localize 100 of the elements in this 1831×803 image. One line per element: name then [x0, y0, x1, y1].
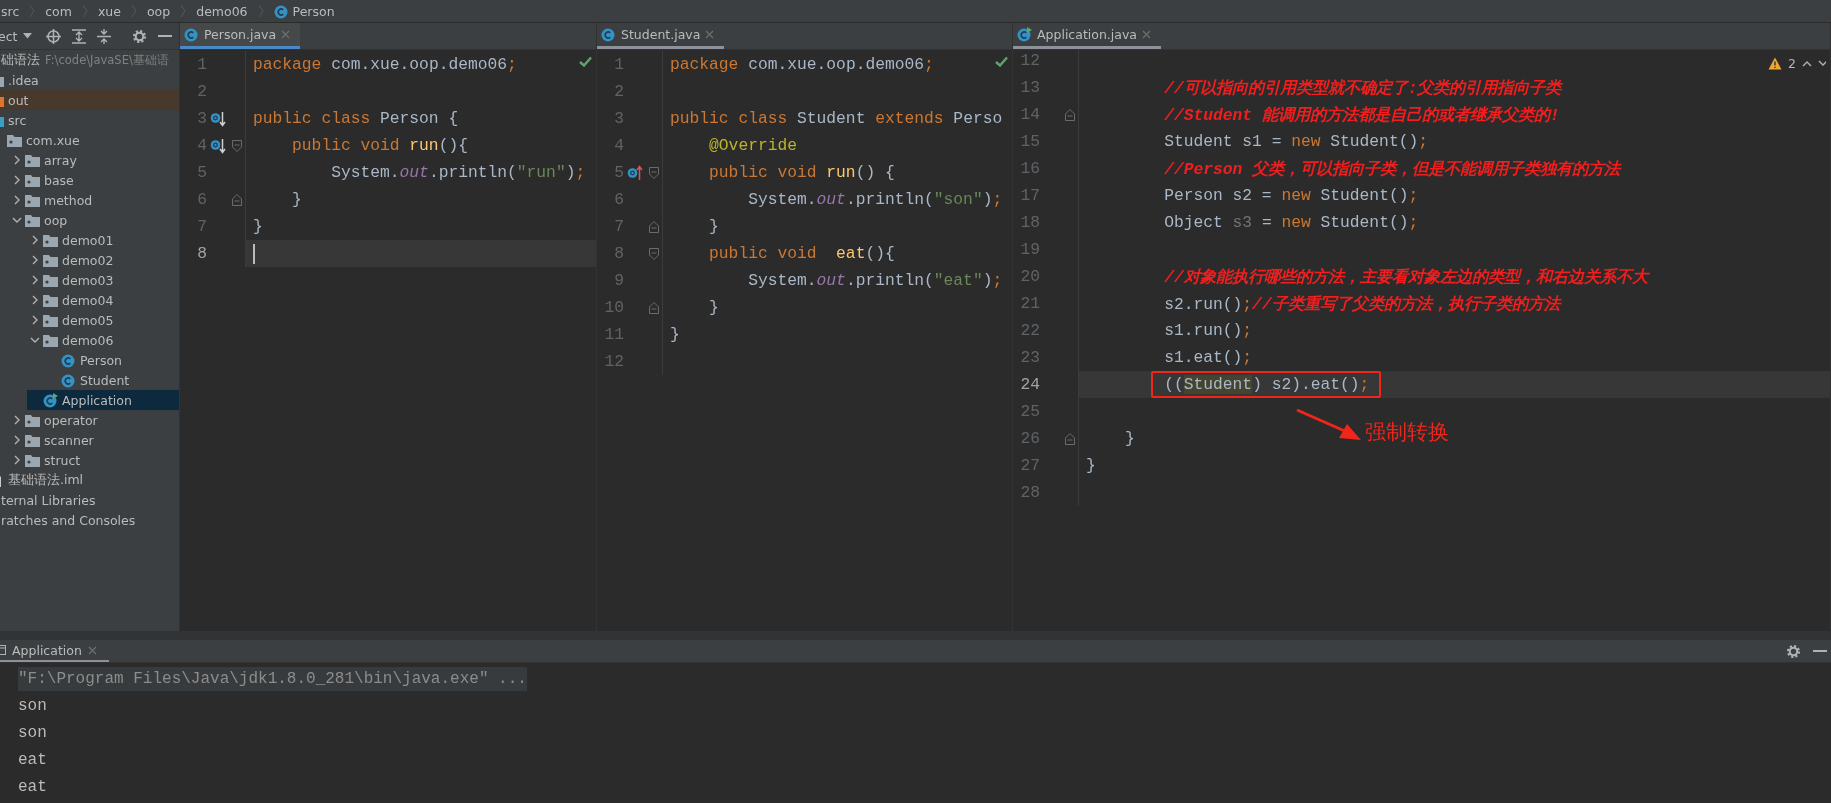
- tree-item[interactable]: struct: [44, 452, 81, 468]
- class-icon: [61, 372, 76, 388]
- package-icon: [25, 413, 40, 427]
- fold-icon[interactable]: [232, 139, 242, 152]
- line-number: 14: [1020, 105, 1040, 124]
- line-number: 6: [614, 190, 624, 209]
- tree-item[interactable]: Person: [80, 352, 122, 368]
- tree-item[interactable]: out: [8, 92, 29, 108]
- tree-item[interactable]: .idea: [8, 72, 39, 88]
- fold-icon[interactable]: [649, 220, 659, 233]
- minimize-icon[interactable]: [158, 34, 173, 38]
- tree-item[interactable]: demo02: [62, 252, 114, 268]
- crosshair-icon[interactable]: [46, 28, 62, 44]
- runnable-class-icon: [43, 392, 58, 408]
- tree-item[interactable]: ternal Libraries: [1, 492, 96, 508]
- fold-icon[interactable]: [1065, 432, 1075, 445]
- fold-icon[interactable]: [1065, 108, 1075, 121]
- breadcrumb-item[interactable]: demo06: [196, 3, 248, 19]
- tree-item[interactable]: demo01: [62, 232, 114, 248]
- minimize-icon[interactable]: [1813, 649, 1827, 653]
- chevron-down-icon[interactable]: [1818, 60, 1826, 67]
- package-icon: [25, 213, 40, 227]
- package-icon: [43, 253, 58, 267]
- tree-item[interactable]: scanner: [44, 432, 94, 448]
- fold-icon[interactable]: [649, 247, 659, 260]
- tree-item[interactable]: method: [44, 192, 93, 208]
- tree-item[interactable]: demo03: [62, 272, 114, 288]
- code-line: }: [1086, 456, 1096, 475]
- code-line: System.out.println("eat");: [747, 271, 1003, 290]
- code-line: }: [708, 217, 719, 236]
- code-line: //可以指向的引用类型就不确定了:父类的引用指向子类: [1163, 77, 1562, 99]
- line-number: 17: [1020, 186, 1040, 205]
- tree-item[interactable]: demo06: [62, 332, 114, 348]
- class-icon: [601, 27, 616, 42]
- console-command: "F:\Program Files\Java\jdk1.8.0_281\bin\java.exe" ...: [18, 666, 527, 691]
- line-number: 1: [614, 55, 624, 74]
- code-line: s1.run();: [1163, 321, 1253, 340]
- check-icon[interactable]: [995, 56, 1008, 67]
- tree-item[interactable]: demo05: [62, 312, 114, 328]
- tree-item[interactable]: com.xue: [26, 132, 80, 148]
- chevron-down-icon[interactable]: [30, 335, 40, 345]
- line-number: 5: [614, 163, 624, 182]
- settings-icon[interactable]: [1786, 643, 1801, 659]
- package-icon: [25, 453, 40, 467]
- line-number: 9: [614, 271, 624, 290]
- settings-icon[interactable]: [132, 28, 148, 44]
- package-icon: [25, 433, 40, 447]
- fold-icon[interactable]: [232, 193, 242, 206]
- check-icon[interactable]: [579, 56, 592, 67]
- circle-down-arrow-icon[interactable]: [210, 110, 226, 127]
- breadcrumb-item[interactable]: com: [45, 3, 72, 19]
- tree-item[interactable]: array: [44, 152, 77, 168]
- line-number: 5: [197, 163, 207, 182]
- chevron-up-icon[interactable]: [1802, 60, 1812, 67]
- console-output: son: [18, 723, 47, 742]
- line-number: 10: [604, 298, 624, 317]
- line-number: 4: [614, 136, 624, 155]
- line-number: 3: [614, 109, 624, 128]
- fold-icon[interactable]: [649, 301, 659, 314]
- tree-item[interactable]: oop: [44, 212, 68, 228]
- run-tab[interactable]: Application: [0, 640, 109, 662]
- tree-item[interactable]: operator: [44, 412, 98, 428]
- line-number: 21: [1020, 294, 1040, 313]
- tree-item[interactable]: base: [44, 172, 74, 188]
- tree-item[interactable]: demo04: [62, 292, 114, 308]
- line-number: 2: [614, 82, 624, 101]
- circle-up-arrow-icon[interactable]: [627, 164, 643, 181]
- tree-item[interactable]: 基础语法.iml: [8, 471, 84, 489]
- editor-tab[interactable]: Person.java: [180, 23, 301, 49]
- console-output: eat: [18, 750, 47, 769]
- tree-item[interactable]: src: [8, 112, 27, 128]
- code-line: s2.run();//子类重写了父类的方法，执行子类的方法: [1163, 293, 1560, 315]
- fold-icon[interactable]: [649, 166, 659, 179]
- tree-item[interactable]: Student: [80, 372, 130, 388]
- annotation-label: 强制转换: [1365, 419, 1449, 446]
- code-line: }: [670, 325, 680, 344]
- expand-all-icon[interactable]: [72, 28, 87, 44]
- line-number: 20: [1020, 267, 1040, 286]
- breadcrumb-item[interactable]: xue: [97, 3, 121, 19]
- package-icon: [43, 313, 58, 327]
- line-number: 18: [1020, 213, 1040, 232]
- collapse-all-icon[interactable]: [97, 28, 112, 44]
- code-line: Person s2 = new Student();: [1163, 186, 1419, 205]
- chevron-down-icon[interactable]: [12, 215, 22, 225]
- caret-icon[interactable]: [23, 33, 33, 39]
- breadcrumb-item[interactable]: Person: [292, 3, 335, 19]
- console-output: eat: [18, 777, 47, 796]
- code-line: }: [708, 298, 719, 317]
- code-line: }: [291, 190, 302, 209]
- tree-item[interactable]: 础语法: [1, 51, 40, 69]
- line-number: 11: [604, 325, 624, 344]
- code-line: package com.xue.oop.demo06;: [253, 55, 517, 74]
- circle-down-arrow-icon[interactable]: [210, 137, 226, 154]
- line-number: 27: [1020, 456, 1040, 475]
- breadcrumb-item[interactable]: src: [1, 3, 20, 19]
- runnable-class-icon: [1017, 27, 1032, 42]
- warning-icon[interactable]: [1768, 57, 1783, 70]
- breadcrumb-item[interactable]: oop: [146, 3, 171, 19]
- warning-count[interactable]: 2: [1788, 56, 1796, 71]
- tree-item[interactable]: ratches and Consoles: [1, 512, 136, 528]
